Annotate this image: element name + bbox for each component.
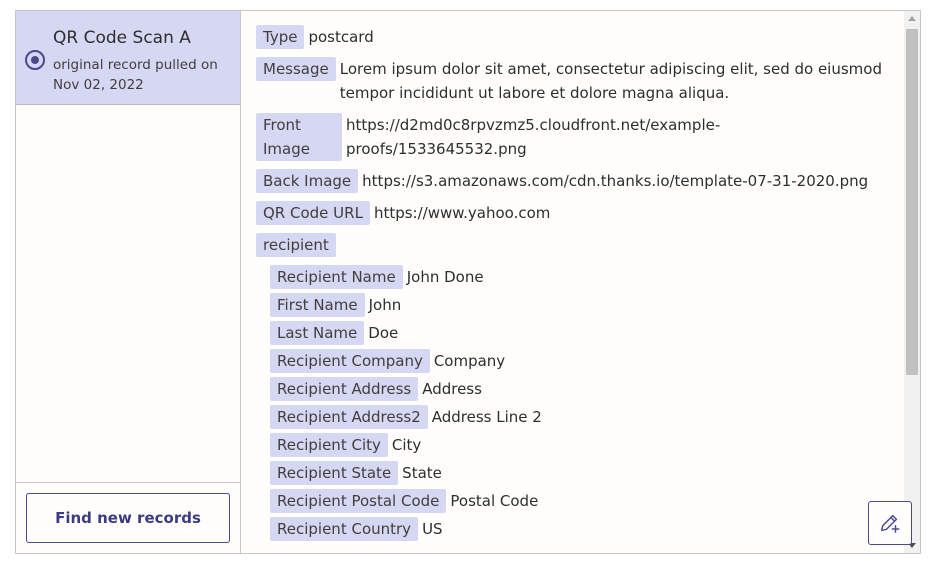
field-row: QR Code URL https://www.yahoo.com [256,201,906,225]
details-scrollbar[interactable] [904,11,920,553]
field-label: Recipient Name [270,265,403,289]
field-value: John [368,296,402,314]
field-row: Recipient State State [270,461,906,485]
record-browser: QR Code Scan A original record pulled on… [15,10,921,554]
field-row: Recipient Name John Done [270,265,906,289]
field-value: Address [422,380,482,398]
recipient-fields: Recipient Name John Done First Name John… [256,265,906,541]
field-label: QR Code URL [256,201,370,225]
field-value: https://d2md0c8rpvzmz5.cloudfront.net/ex… [346,116,721,158]
pencil-plus-icon [881,514,900,533]
field-row: Last Name Doe [270,321,906,345]
scroll-up-arrow-icon[interactable] [904,11,920,27]
record-title: QR Code Scan A [53,28,191,48]
radio-selected-icon[interactable] [25,50,45,70]
field-row: Back Image https://s3.amazonaws.com/cdn.… [256,169,906,193]
field-label: Recipient State [270,461,399,485]
field-value: City [391,436,422,454]
field-label: Message [256,57,336,81]
field-row: Recipient Company Company [270,349,906,373]
field-value: https://www.yahoo.com [373,204,551,222]
field-label: Last Name [270,321,365,345]
field-row: First Name John [270,293,906,317]
records-sidebar: QR Code Scan A original record pulled on… [16,11,241,553]
field-row: Recipient Address Address [270,377,906,401]
section-label: recipient [256,233,336,257]
field-row: Recipient Country US [270,517,906,541]
field-label: Recipient Country [270,517,419,541]
field-label: Type [256,25,305,49]
field-label: Front Image [256,113,342,161]
field-label: Recipient Address2 [270,405,428,429]
record-item[interactable]: QR Code Scan A original record pulled on… [16,11,240,105]
recipient-section-header: recipient [256,233,906,257]
record-subtitle: original record pulled on Nov 02, 2022 [53,57,218,93]
field-row: Recipient Address2 Address Line 2 [270,405,906,429]
field-row: Type postcard [256,25,906,49]
field-value: Lorem ipsum dolor sit amet, consectetur … [339,60,882,102]
field-value: https://s3.amazonaws.com/cdn.thanks.io/t… [362,172,869,190]
field-value: US [422,520,443,538]
field-label: First Name [270,293,365,317]
field-value: State [402,464,442,482]
field-label: Back Image [256,169,359,193]
record-details-content: Type postcard Message Lorem ipsum dolor … [241,11,906,541]
field-row: Message Lorem ipsum dolor sit amet, cons… [256,57,906,105]
record-details[interactable]: Type postcard Message Lorem ipsum dolor … [241,11,906,553]
field-row: Recipient City City [270,433,906,457]
field-label: Recipient Address [270,377,419,401]
field-value: Doe [368,324,399,342]
field-row: Recipient Postal Code Postal Code [270,489,906,513]
field-value: Postal Code [450,492,539,510]
sidebar-footer: Find new records [16,482,240,553]
field-label: Recipient Company [270,349,430,373]
edit-fields-button[interactable] [868,501,912,545]
field-label: Recipient Postal Code [270,489,447,513]
field-value: John Done [406,268,484,286]
field-label: Recipient City [270,433,388,457]
field-value: Company [433,352,506,370]
field-row: Front Image https://d2md0c8rpvzmz5.cloud… [256,113,906,161]
find-new-records-button[interactable]: Find new records [26,493,230,543]
field-value: postcard [308,28,374,46]
scroll-thumb[interactable] [906,29,918,375]
field-value: Address Line 2 [431,408,542,426]
